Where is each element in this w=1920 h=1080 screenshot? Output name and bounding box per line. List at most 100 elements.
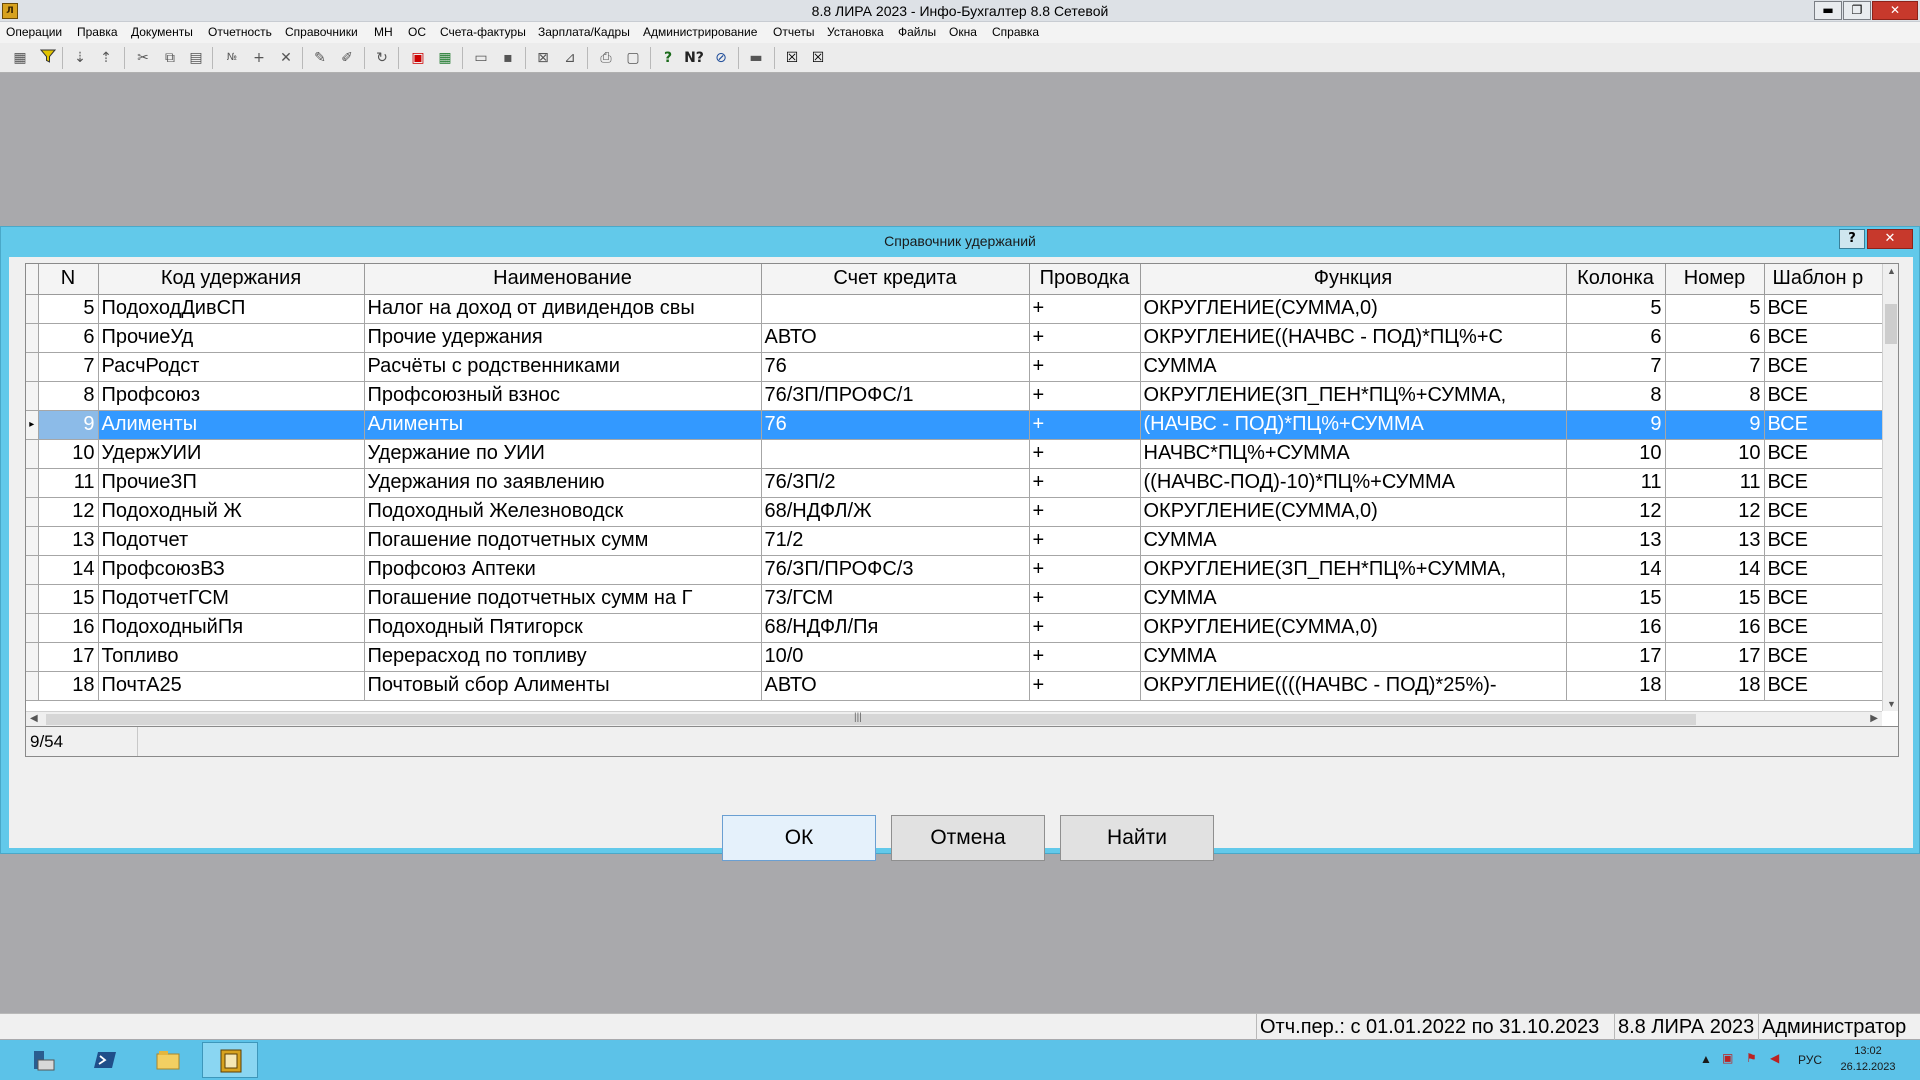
cell-column[interactable]: 16 xyxy=(1566,613,1666,643)
cell-template[interactable]: ВСЕ xyxy=(1764,555,1883,585)
cell-number[interactable]: 10 xyxy=(1665,439,1765,469)
table-row[interactable]: 17 Топливо Перерасход по топливу 10/0 + СУММА… xyxy=(26,642,1883,672)
cell-name[interactable]: Удержания по заявлению xyxy=(364,468,762,498)
cell-posting[interactable]: + xyxy=(1029,555,1141,585)
row-indicator[interactable] xyxy=(26,323,39,353)
cell-account[interactable]: АВТО xyxy=(761,323,1030,353)
dialog-close-button[interactable]: ✕ xyxy=(1867,229,1913,249)
cell-code[interactable]: Топливо xyxy=(98,642,365,672)
deductions-grid[interactable]: N Код удержания Наименование Счет кредит… xyxy=(25,263,1899,727)
cell-function[interactable]: СУММА xyxy=(1140,642,1567,672)
cell-n[interactable]: 12 xyxy=(38,497,99,527)
tray-volume-icon[interactable]: ◀ xyxy=(1770,1051,1779,1080)
cell-number[interactable]: 13 xyxy=(1665,526,1765,556)
sort-asc-icon[interactable]: ⇣ xyxy=(70,48,90,68)
cell-n[interactable]: 13 xyxy=(38,526,99,556)
taskbar-explorer[interactable] xyxy=(140,1042,196,1078)
cell-column[interactable]: 8 xyxy=(1566,381,1666,411)
menu-operations[interactable]: Операции xyxy=(6,25,62,39)
cell-account[interactable]: 68/НДФЛ/Ж xyxy=(761,497,1030,527)
cell-name[interactable]: Расчёты с родственниками xyxy=(364,352,762,382)
cell-name[interactable]: Профсоюз Аптеки xyxy=(364,555,762,585)
cell-n[interactable]: 15 xyxy=(38,584,99,614)
row-indicator[interactable] xyxy=(26,671,39,701)
row-indicator[interactable] xyxy=(26,642,39,672)
calculator-icon[interactable]: ▦ xyxy=(10,48,30,68)
cell-posting[interactable]: + xyxy=(1029,439,1141,469)
cell-name[interactable]: Профсоюзный взнос xyxy=(364,381,762,411)
column-header-column[interactable]: Колонка xyxy=(1566,264,1666,295)
cell-posting[interactable]: + xyxy=(1029,642,1141,672)
row-indicator[interactable] xyxy=(26,526,39,556)
cell-posting[interactable]: + xyxy=(1029,381,1141,411)
cell-function[interactable]: ОКРУГЛЕНИЕ((НАЧВС - ПОД)*ПЦ%+С xyxy=(1140,323,1567,353)
cell-account[interactable]: 73/ГСМ xyxy=(761,584,1030,614)
cell-number[interactable]: 16 xyxy=(1665,613,1765,643)
cell-template[interactable]: ВСЕ xyxy=(1764,526,1883,556)
cell-code[interactable]: ПрофсоюзВЗ xyxy=(98,555,365,585)
tray-clock[interactable]: 13:02 26.12.2023 xyxy=(1828,1043,1908,1075)
cell-function[interactable]: ОКРУГЛЕНИЕ(СУММА,0) xyxy=(1140,294,1567,324)
pin-icon[interactable]: ✎ xyxy=(310,48,330,68)
table-row[interactable]: 7 РасчРодст Расчёты с родственниками 76 + СУМ… xyxy=(26,352,1883,382)
cell-account[interactable] xyxy=(761,294,1030,324)
cell-template[interactable]: ВСЕ xyxy=(1764,294,1883,324)
print-icon[interactable]: ⎙ xyxy=(596,48,616,68)
excel-icon[interactable]: ▦ xyxy=(435,48,455,68)
cell-number[interactable]: 9 xyxy=(1665,410,1765,440)
menu-settings[interactable]: Установка xyxy=(827,25,884,39)
cell-posting[interactable]: + xyxy=(1029,323,1141,353)
sort-desc-icon[interactable]: ⇡ xyxy=(96,48,116,68)
cell-column[interactable]: 13 xyxy=(1566,526,1666,556)
cell-n[interactable]: 5 xyxy=(38,294,99,324)
cell-number[interactable]: 8 xyxy=(1665,381,1765,411)
menu-files[interactable]: Файлы xyxy=(898,25,936,39)
ok-button[interactable]: ОК xyxy=(722,815,876,861)
cell-account[interactable]: 71/2 xyxy=(761,526,1030,556)
taskbar-server-manager[interactable] xyxy=(16,1042,72,1078)
cell-name[interactable]: Погашение подотчетных сумм на Г xyxy=(364,584,762,614)
menu-administration[interactable]: Администрирование xyxy=(643,25,757,39)
cell-name[interactable]: Удержание по УИИ xyxy=(364,439,762,469)
dialog-help-button[interactable]: ? xyxy=(1839,229,1865,249)
menu-help[interactable]: Справка xyxy=(992,25,1039,39)
menu-edit[interactable]: Правка xyxy=(77,25,118,39)
menu-payroll[interactable]: Зарплата/Кадры xyxy=(538,25,630,39)
table-row[interactable]: 18 ПочтА25 Почтовый сбор Алименты АВТО + ОКРУ… xyxy=(26,671,1883,701)
cell-name[interactable]: Перерасход по топливу xyxy=(364,642,762,672)
cell-template[interactable]: ВСЕ xyxy=(1764,439,1883,469)
table-row[interactable]: 12 Подоходный Ж Подоходный Железноводск 68/… xyxy=(26,497,1883,527)
vertical-scrollbar[interactable]: ▲ ▼ xyxy=(1882,264,1898,711)
menu-mn[interactable]: МН xyxy=(374,25,393,39)
horizontal-scroll-thumb[interactable] xyxy=(46,714,1696,725)
navigator-icon[interactable]: ⊘ xyxy=(711,48,731,68)
cell-template[interactable]: ВСЕ xyxy=(1764,468,1883,498)
row-indicator[interactable] xyxy=(26,352,39,382)
column-header-posting[interactable]: Проводка xyxy=(1029,264,1141,295)
cell-posting[interactable]: + xyxy=(1029,526,1141,556)
cell-name[interactable]: Алименты xyxy=(364,410,762,440)
cell-name[interactable]: Почтовый сбор Алименты xyxy=(364,671,762,701)
tray-language[interactable]: РУС xyxy=(1798,1053,1822,1080)
cell-number[interactable]: 5 xyxy=(1665,294,1765,324)
scroll-left-icon[interactable]: ◀ xyxy=(30,713,38,724)
cell-account[interactable]: АВТО xyxy=(761,671,1030,701)
delete-icon[interactable]: ✕ xyxy=(276,48,296,68)
cell-column[interactable]: 15 xyxy=(1566,584,1666,614)
number-icon[interactable]: № xyxy=(222,48,242,68)
cell-template[interactable]: ВСЕ xyxy=(1764,642,1883,672)
column-header-n[interactable]: N xyxy=(38,264,99,295)
save-icon[interactable]: ▪ xyxy=(498,48,518,68)
row-indicator[interactable] xyxy=(26,294,39,324)
column-header-function[interactable]: Функция xyxy=(1140,264,1567,295)
table-row[interactable]: 16 ПодоходныйПя Подоходный Пятигорск 68/НДФ… xyxy=(26,613,1883,643)
cell-n[interactable]: 8 xyxy=(38,381,99,411)
menu-windows[interactable]: Окна xyxy=(949,25,977,39)
cell-code[interactable]: ПодоходныйПя xyxy=(98,613,365,643)
cell-code[interactable]: УдержУИИ xyxy=(98,439,365,469)
help-icon[interactable]: ? xyxy=(658,48,678,68)
menu-invoices[interactable]: Счета-фактуры xyxy=(440,25,526,39)
cell-name[interactable]: Погашение подотчетных сумм xyxy=(364,526,762,556)
cell-column[interactable]: 10 xyxy=(1566,439,1666,469)
horizontal-scrollbar[interactable]: ◀ ||| ▶ xyxy=(26,711,1882,726)
